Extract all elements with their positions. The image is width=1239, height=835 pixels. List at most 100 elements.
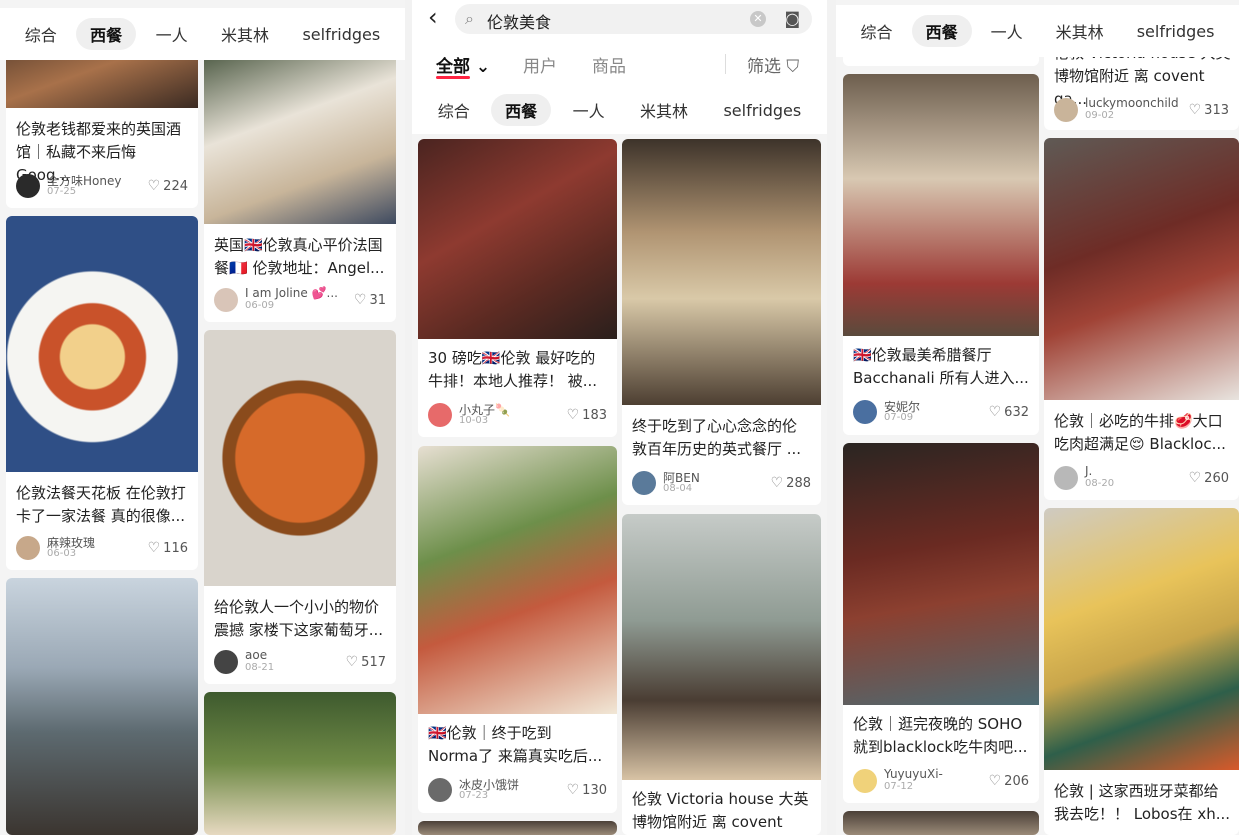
post-date: 10-03 [459, 415, 489, 426]
chip-general[interactable]: 综合 [847, 15, 907, 47]
chip-western[interactable]: 西餐 [491, 94, 552, 126]
chip-michelin[interactable]: 米其林 [1042, 15, 1118, 47]
like-count[interactable]: ♡ 288 [771, 475, 811, 491]
chip-michelin[interactable]: 米其林 [207, 18, 283, 50]
chip-solo[interactable]: 一人 [559, 94, 619, 126]
note-image [843, 443, 1039, 705]
note-card[interactable] [418, 821, 617, 835]
note-card[interactable]: 🇬🇧伦敦｜终于吃到 Norma了 来篇真实吃后... 冰皮小饿饼 07-23 ♡ 1… [418, 446, 617, 813]
like-count[interactable]: ♡ 116 [148, 540, 188, 556]
author-name[interactable]: aoe [245, 648, 267, 662]
note-image [204, 330, 396, 586]
like-count[interactable]: ♡ 517 [346, 654, 386, 670]
search-query[interactable]: 伦敦美食 [487, 9, 551, 33]
back-icon[interactable]: ‹ [428, 3, 438, 31]
avatar[interactable] [1054, 98, 1078, 122]
heart-icon[interactable]: ♡ [567, 782, 580, 798]
chip-general[interactable]: 综合 [424, 94, 484, 126]
tab-all[interactable]: 全部 ⌄ [436, 52, 490, 77]
like-count[interactable]: ♡ 313 [1189, 102, 1229, 118]
avatar[interactable] [428, 403, 452, 427]
note-card[interactable] [843, 811, 1039, 835]
like-count[interactable]: ♡ 224 [148, 178, 188, 194]
heart-icon[interactable]: ♡ [148, 178, 161, 194]
author-name[interactable]: I am Joline 💕... [245, 286, 338, 300]
heart-icon[interactable]: ♡ [1189, 470, 1202, 486]
note-meta: YuyuyuXi- 07-12 ♡ 206 [853, 767, 1029, 797]
note-title: 30 磅吃🇬🇧伦敦 最好吃的 牛排！本地人推荐！ 被... [428, 349, 598, 390]
avatar[interactable] [214, 650, 238, 674]
category-chips: 综合 西餐 一人 米其林 selfridges [412, 86, 827, 134]
avatar[interactable] [853, 400, 877, 424]
post-date: 08-04 [663, 483, 693, 494]
heart-icon[interactable]: ♡ [771, 475, 784, 491]
tab-goods[interactable]: 商品 [592, 52, 626, 77]
chip-western[interactable]: 西餐 [76, 18, 137, 50]
heart-icon[interactable]: ♡ [148, 540, 161, 556]
like-count[interactable]: ♡ 130 [567, 782, 607, 798]
category-chips: 综合 西餐 一人 米其林 selfridges [836, 5, 1239, 57]
chip-selfridges[interactable]: selfridges [709, 97, 815, 124]
heart-icon[interactable]: ♡ [567, 407, 580, 423]
avatar[interactable] [632, 471, 656, 495]
note-card[interactable]: 伦敦老钱都爱来的英国酒 馆｜私藏不来后悔 Goog... 全方味Honey 07-… [6, 50, 198, 208]
note-card[interactable]: 伦敦｜必吃的牛排🥩大口 吃肉超满足😌 Blackloc... J. 08-20 ♡… [1044, 138, 1239, 500]
note-card[interactable]: 伦敦法餐天花板 在伦敦打 卡了一家法餐 真的很像... 麻辣玫瑰 06-03 ♡ 1… [6, 216, 198, 570]
clear-icon[interactable]: ✕ [750, 11, 766, 27]
screen-right: 07-26 🇬🇧伦敦最美希腊餐厅Bacchanali 所有人进入... 安妮尔 … [836, 0, 1239, 835]
avatar[interactable] [16, 536, 40, 560]
like-count[interactable]: ♡ 31 [354, 292, 386, 308]
chip-selfridges[interactable]: selfridges [288, 21, 394, 48]
note-image [418, 821, 617, 835]
note-image [1044, 508, 1239, 770]
note-card[interactable]: 伦敦｜逛完夜晚的 SOHO 就到blacklock吃牛肉吧... YuyuyuXi… [843, 443, 1039, 803]
post-date: 09-02 [1085, 110, 1115, 121]
chip-western[interactable]: 西餐 [911, 15, 972, 47]
tab-users[interactable]: 用户 [523, 52, 557, 77]
heart-icon[interactable]: ♡ [346, 654, 359, 670]
note-meta: 麻辣玫瑰 06-03 ♡ 116 [16, 534, 188, 564]
like-count[interactable]: ♡ 183 [567, 407, 607, 423]
like-count[interactable]: ♡ 260 [1189, 470, 1229, 486]
author-name[interactable]: YuyuyuXi- [884, 767, 943, 781]
avatar[interactable] [214, 288, 238, 312]
note-card[interactable]: 英国🇬🇧伦敦真心平价法国 餐🇫🇷 伦敦地址：Angel... I am Jolin… [204, 50, 396, 322]
search-input[interactable]: ⌕ 伦敦美食 ✕ ◙ [455, 4, 812, 34]
note-card[interactable]: 伦敦 Victoria house 大英博物馆附近 离 covent ga... [622, 514, 821, 835]
note-card[interactable]: 🇬🇧伦敦最美希腊餐厅 Bacchanali 所有人进入... 安妮尔 07-09 … [843, 74, 1039, 435]
note-meta: 全方味Honey 07-25 ♡ 224 [16, 172, 188, 202]
heart-icon[interactable]: ♡ [989, 773, 1002, 789]
chip-selfridges[interactable]: selfridges [1123, 18, 1229, 45]
like-count[interactable]: ♡ 206 [989, 773, 1029, 789]
heart-icon[interactable]: ♡ [354, 292, 367, 308]
note-title: 🇬🇧伦敦最美希腊餐厅 Bacchanali 所有人进入... [853, 346, 1029, 387]
note-image [418, 139, 617, 339]
chip-solo[interactable]: 一人 [142, 18, 202, 50]
avatar[interactable] [853, 769, 877, 793]
author-name[interactable]: J. [1085, 464, 1092, 478]
heart-icon[interactable]: ♡ [989, 404, 1002, 420]
note-card[interactable] [6, 578, 198, 835]
like-count[interactable]: ♡ 632 [989, 404, 1029, 420]
note-card[interactable]: 终于吃到了心心念念的伦 敦百年历史的英式餐厅 ... 阿BEN 08-04 ♡ 28… [622, 139, 821, 505]
search-header: ‹ ⌕ 伦敦美食 ✕ ◙ [412, 0, 827, 38]
note-image [6, 578, 198, 835]
chip-solo[interactable]: 一人 [977, 15, 1037, 47]
note-title: 伦敦｜必吃的牛排🥩大口 吃肉超满足😌 Blackloc... [1054, 412, 1226, 453]
camera-icon[interactable]: ◙ [784, 9, 800, 28]
author-name[interactable]: luckymoonchild [1085, 96, 1179, 110]
note-image [843, 74, 1039, 336]
avatar[interactable] [1054, 466, 1078, 490]
note-card[interactable]: 30 磅吃🇬🇧伦敦 最好吃的 牛排！本地人推荐！ 被... 小丸子🍡 10-03 … [418, 139, 617, 437]
filter-button[interactable]: 筛选 ⛉ [747, 52, 799, 77]
note-title: 伦敦 | 这家西班牙菜都给 我去吃！！ Lobos在 xh... [1054, 782, 1231, 823]
note-card[interactable]: 给伦敦人一个小小的物价 震撼 家楼下这家葡萄牙... aoe 08-21 ♡ 517 [204, 330, 396, 684]
avatar[interactable] [428, 778, 452, 802]
note-card[interactable] [204, 692, 396, 835]
chip-michelin[interactable]: 米其林 [626, 94, 702, 126]
note-card[interactable]: 伦敦 | 这家西班牙菜都给 我去吃！！ Lobos在 xh... [1044, 508, 1239, 835]
heart-icon[interactable]: ♡ [1189, 102, 1202, 118]
avatar[interactable] [16, 174, 40, 198]
chip-general[interactable]: 综合 [11, 18, 71, 50]
screen-search-results: ‹ ⌕ 伦敦美食 ✕ ◙ 全部 ⌄ 用户 商品 筛选 ⛉ 综合 西餐 一人 米其… [412, 0, 827, 835]
